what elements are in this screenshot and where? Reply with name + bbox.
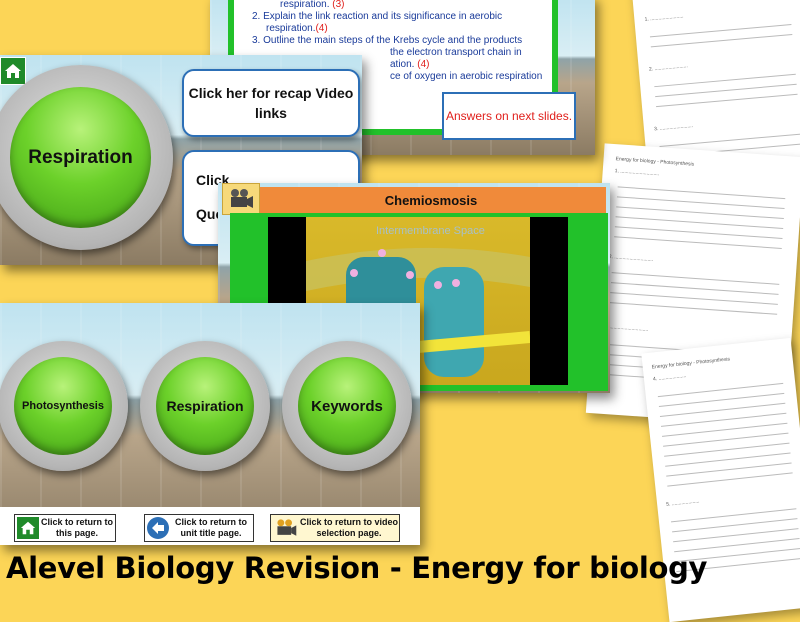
return-this-page-label: Click to return to this page. [40,517,113,538]
home-icon [17,517,39,539]
nav-bar: Click to return to this page. Click to r… [0,507,420,545]
question-text: respiration. [280,0,330,10]
respiration-main-button[interactable]: Respiration [0,65,173,250]
question-mark: (4) [315,23,328,34]
question-text: Outline the main steps of the Krebs cycl… [263,35,523,46]
photosynthesis-label: Photosynthesis [22,400,104,412]
return-video-selection-button[interactable]: Click to return to video selection page. [270,514,400,542]
keywords-label: Keywords [311,397,383,415]
menu-slide: Photosynthesis Respiration Keywords Clic… [0,303,420,545]
keywords-button[interactable]: Keywords [282,341,412,471]
home-button[interactable] [0,57,26,85]
question-text: Explain the link reaction and its signif… [263,11,503,34]
question-mark: (3) [332,0,345,10]
respiration-label: Respiration [166,398,244,414]
question-number: 2. [252,11,261,22]
return-unit-title-button[interactable]: Click to return to unit title page. [144,514,254,542]
home-icon [5,64,21,78]
photosynthesis-button[interactable]: Photosynthesis [0,341,128,471]
question-number: 3. [252,35,261,46]
video-camera-button[interactable] [222,183,260,215]
return-video-selection-label: Click to return to video selection page. [299,517,398,538]
page-title: Alevel Biology Revision - Energy for bio… [6,551,708,585]
back-arrow-icon [147,517,169,539]
video-camera-icon [231,189,253,208]
question-text: ation. [390,59,415,70]
respiration-button[interactable]: Respiration [140,341,270,471]
video-slide-title: Chemiosmosis [384,192,478,208]
question-mark: (4) [417,59,430,70]
answers-next-button[interactable]: Answers on next slides. [442,92,576,140]
video-slide-title-bar: Chemiosmosis [256,187,606,215]
return-unit-title-label: Click to return to unit title page. [174,517,247,538]
respiration-main-label: Respiration [28,146,133,168]
return-this-page-button[interactable]: Click to return to this page. [14,514,116,542]
video-camera-icon [273,517,299,539]
recap-video-label: Click her for recap Video links [188,85,354,121]
recap-video-callout[interactable]: Click her for recap Video links [182,69,360,137]
answers-next-label: Answers on next slides. [445,108,573,123]
